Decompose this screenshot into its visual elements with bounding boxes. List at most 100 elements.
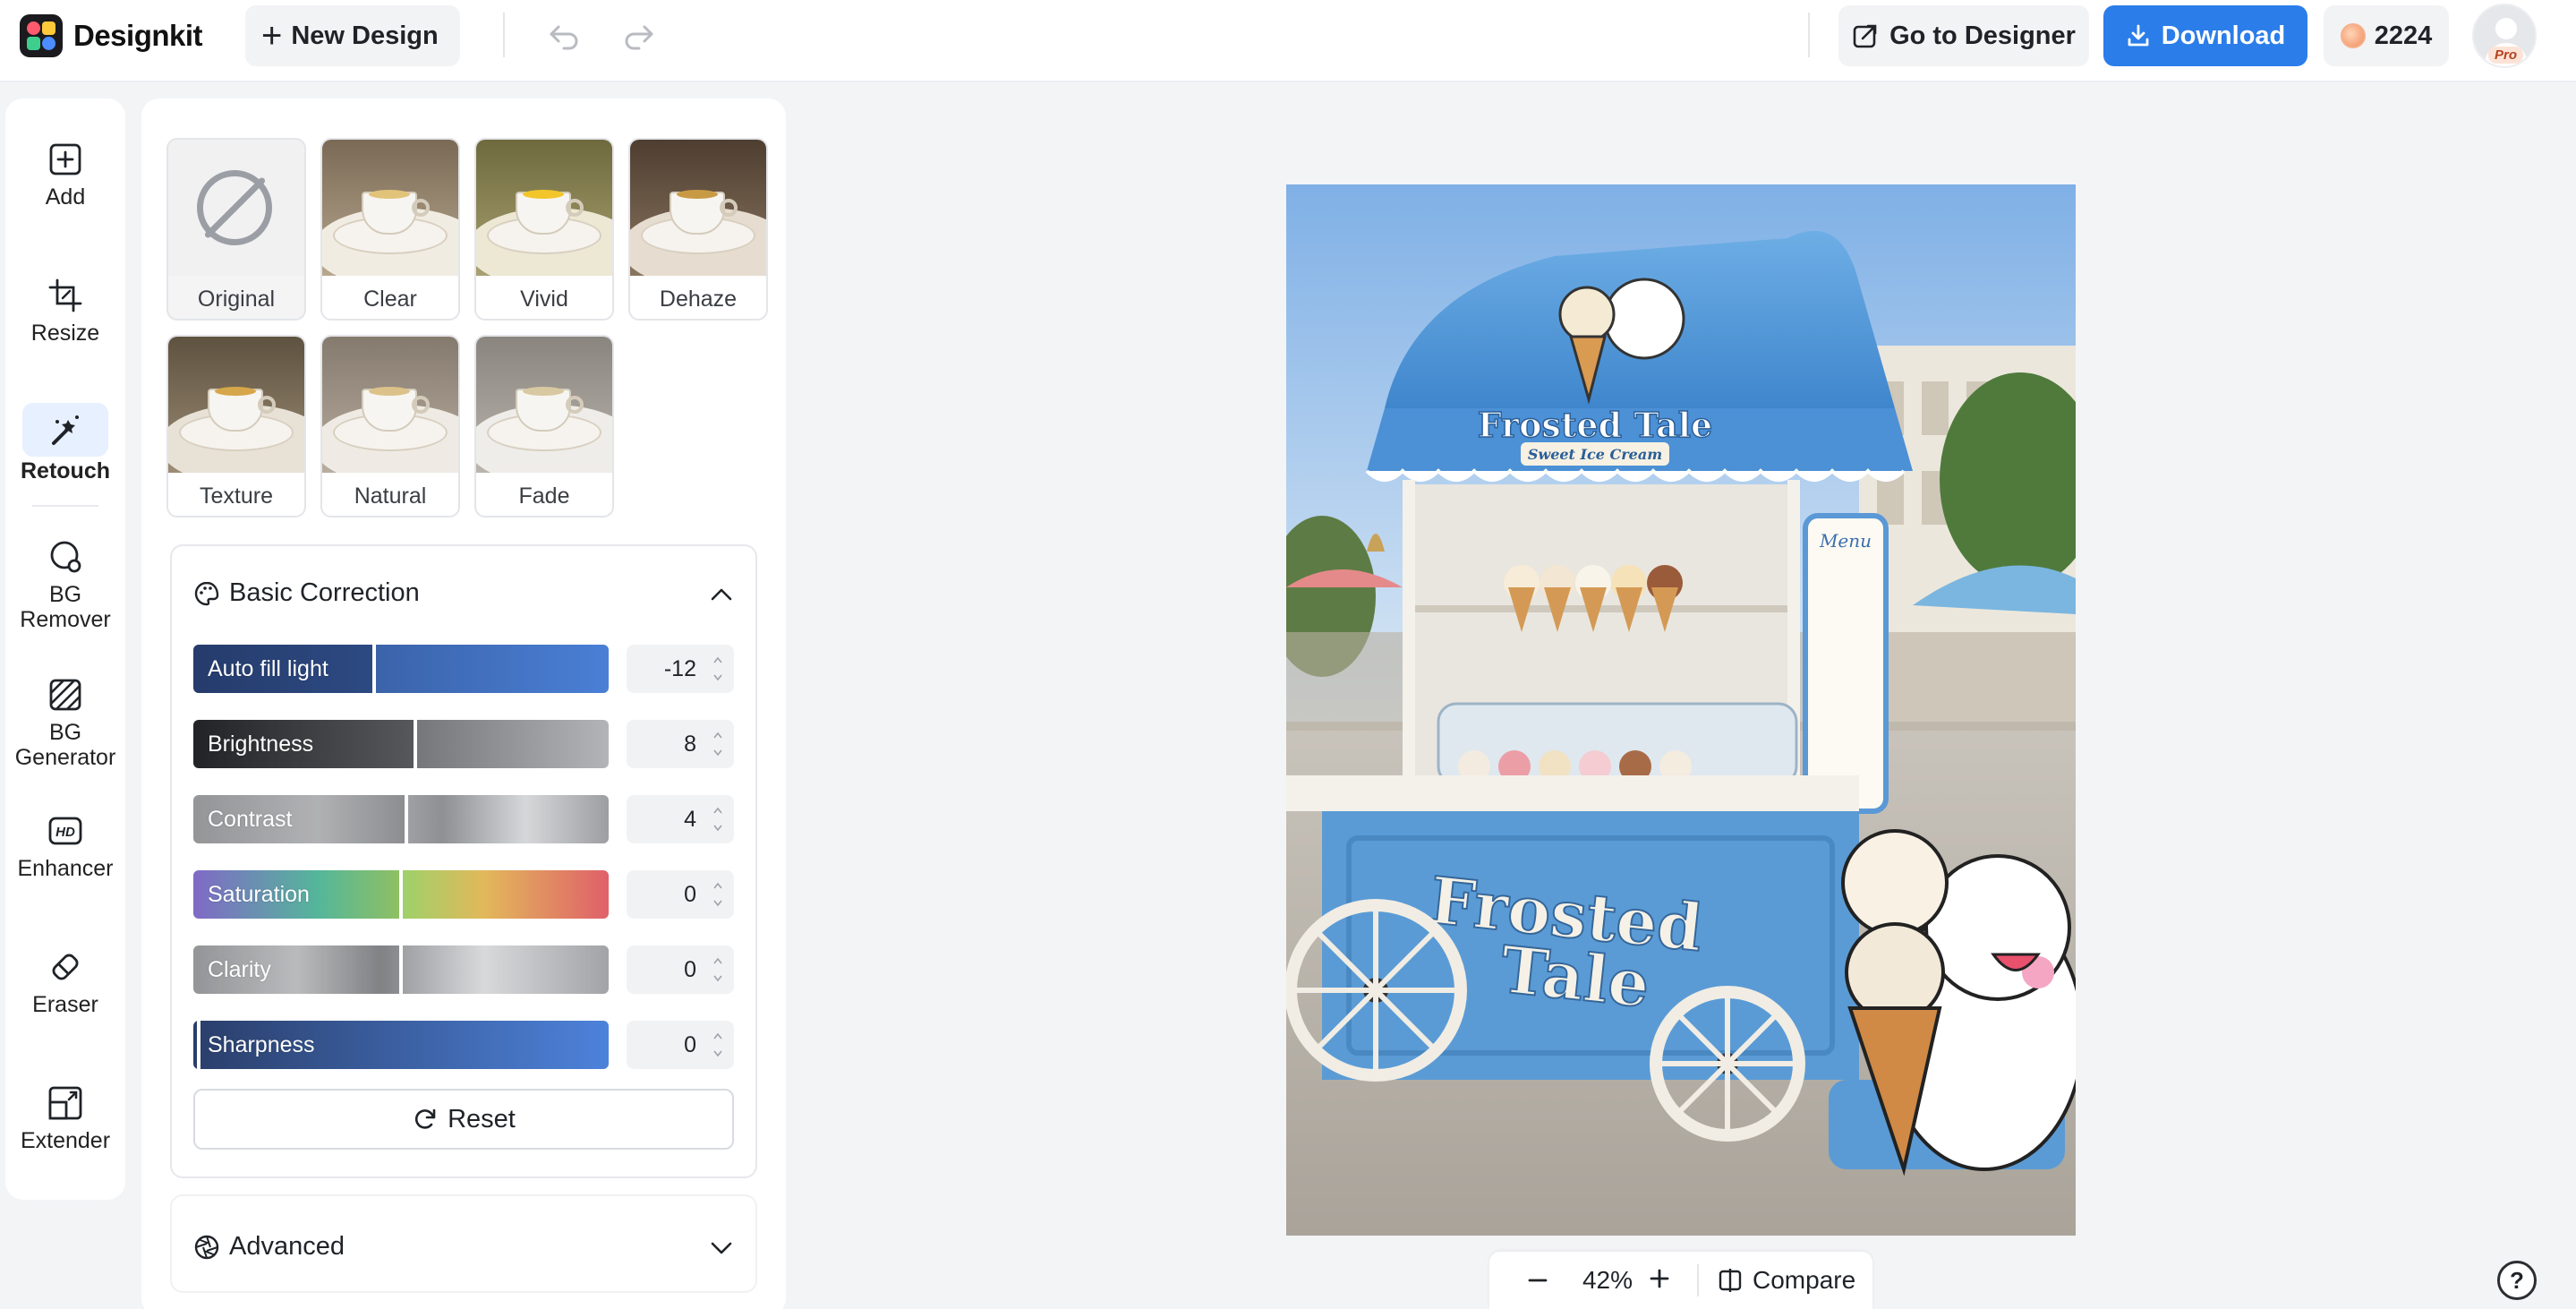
slider-label: Clarity (208, 957, 271, 982)
saturation-input[interactable]: 0 (627, 870, 734, 919)
tool-resize[interactable]: Resize (5, 272, 125, 346)
tool-label: Enhancer (17, 856, 114, 881)
tool-label: BG Generator (14, 720, 116, 770)
crop-icon (42, 272, 89, 319)
filter-texture[interactable]: Texture (166, 335, 306, 518)
slider-value: 0 (684, 882, 696, 907)
plus-icon: + (261, 16, 283, 56)
contrast-slider[interactable]: Contrast (193, 795, 609, 843)
filter-thumbnail (168, 337, 304, 473)
chevron-up-icon[interactable] (709, 586, 734, 603)
menu-board-title: Menu (1819, 530, 1872, 552)
toolbar-divider (503, 13, 505, 57)
stepper-icon[interactable] (712, 804, 723, 834)
svg-text:HD: HD (55, 825, 75, 840)
basic-correction-title: Basic Correction (229, 578, 420, 607)
no-filter-icon (168, 140, 304, 276)
slider-label: Brightness (208, 732, 314, 757)
stepper-icon[interactable] (712, 879, 723, 910)
tool-retouch[interactable]: Retouch (5, 403, 125, 483)
add-square-icon (42, 136, 89, 183)
filter-dehaze[interactable]: Dehaze (628, 138, 768, 321)
filter-thumbnail (476, 337, 612, 473)
filter-natural[interactable]: Natural (320, 335, 460, 518)
new-design-button[interactable]: + New Design (245, 5, 460, 66)
filter-vivid[interactable]: Vivid (474, 138, 614, 321)
filter-label: Fade (518, 483, 570, 509)
app-logo[interactable]: Designkit (20, 14, 203, 57)
filter-original[interactable]: Original (166, 138, 306, 321)
advanced-card[interactable]: Advanced (170, 1194, 757, 1293)
filter-label: Original (197, 287, 276, 312)
download-button[interactable]: Download (2103, 5, 2307, 66)
stepper-icon[interactable] (712, 729, 723, 759)
sharpness-slider[interactable]: Sharpness (193, 1021, 609, 1069)
filter-label: Vivid (520, 287, 568, 312)
auto-fill-light-input[interactable]: -12 (627, 645, 734, 693)
tool-bg-generator[interactable]: BG Generator (5, 672, 125, 770)
slider-sharpness: Sharpness 0 (193, 1021, 734, 1069)
canvas-image[interactable]: Frosted Tale Sweet Ice Cream Menu Froste… (1286, 184, 2076, 1236)
slider-handle[interactable] (372, 645, 376, 693)
slider-label: Contrast (208, 807, 293, 832)
reset-label: Reset (448, 1104, 516, 1134)
cart-sign-text: Frosted Tale (1478, 405, 1712, 445)
tool-eraser[interactable]: Eraser (5, 944, 125, 1017)
basic-correction-header[interactable]: Basic Correction (193, 578, 420, 608)
auto-fill-light-slider[interactable]: Auto fill light (193, 645, 609, 693)
tool-add[interactable]: Add (5, 136, 125, 210)
tool-label: Eraser (32, 992, 98, 1017)
tool-bg-remover[interactable]: BG Remover (5, 534, 125, 632)
zoom-level[interactable]: 42% (1572, 1266, 1643, 1295)
zoom-in-icon[interactable] (1647, 1266, 1672, 1291)
contrast-input[interactable]: 4 (627, 795, 734, 843)
slider-handle[interactable] (399, 870, 403, 919)
slider-handle[interactable] (405, 795, 408, 843)
filter-thumbnail (322, 140, 458, 276)
sharpness-input[interactable]: 0 (627, 1021, 734, 1069)
brightness-slider[interactable]: Brightness (193, 720, 609, 768)
zoom-out-icon[interactable] (1525, 1268, 1550, 1293)
help-icon[interactable]: ? (2497, 1261, 2537, 1300)
go-to-designer-button[interactable]: Go to Designer (1838, 5, 2089, 66)
download-icon (2128, 24, 2149, 47)
compare-label: Compare (1753, 1266, 1856, 1294)
tool-label: Retouch (21, 458, 110, 483)
slider-label: Auto fill light (208, 656, 328, 681)
slider-handle[interactable] (414, 720, 417, 768)
tool-rail: Add Resize Retouch BG Remover BG Generat… (5, 98, 125, 1200)
slider-handle[interactable] (197, 1021, 200, 1069)
filter-clear[interactable]: Clear (320, 138, 460, 321)
rail-divider (32, 505, 98, 507)
brightness-input[interactable]: 8 (627, 720, 734, 768)
advanced-header[interactable]: Advanced (193, 1232, 345, 1262)
ice-cream-cart-image: Frosted Tale Sweet Ice Cream Menu Froste… (1286, 184, 2076, 1236)
reset-button[interactable]: Reset (193, 1089, 734, 1150)
compare-button[interactable]: Compare (1717, 1266, 1855, 1295)
tool-enhancer[interactable]: HD Enhancer (5, 808, 125, 881)
app-name: Designkit (73, 19, 203, 52)
clarity-slider[interactable]: Clarity (193, 945, 609, 994)
refresh-icon (415, 1108, 436, 1129)
credits-balance[interactable]: 2224 (2324, 5, 2449, 66)
tool-label: Add (45, 184, 86, 210)
stepper-icon[interactable] (712, 1030, 723, 1060)
tool-extender[interactable]: Extender (5, 1080, 125, 1153)
redo-icon[interactable] (621, 18, 657, 54)
undo-icon[interactable] (546, 18, 582, 54)
stepper-icon[interactable] (712, 954, 723, 985)
slider-value: 0 (684, 957, 696, 982)
cart-sign-subtitle: Sweet Ice Cream (1528, 446, 1662, 463)
slider-label: Sharpness (208, 1032, 315, 1057)
filter-fade[interactable]: Fade (474, 335, 614, 518)
eraser-icon (42, 944, 89, 990)
slider-handle[interactable] (399, 945, 403, 994)
pro-badge: Pro (2488, 47, 2524, 64)
top-bar: Designkit + New Design Go to Designer Do… (0, 0, 2576, 82)
chevron-down-icon[interactable] (709, 1239, 734, 1257)
clarity-input[interactable]: 0 (627, 945, 734, 994)
slider-value: 0 (684, 1032, 696, 1057)
stepper-icon[interactable] (712, 654, 723, 684)
tool-label: BG Remover (20, 582, 111, 632)
saturation-slider[interactable]: Saturation (193, 870, 609, 919)
